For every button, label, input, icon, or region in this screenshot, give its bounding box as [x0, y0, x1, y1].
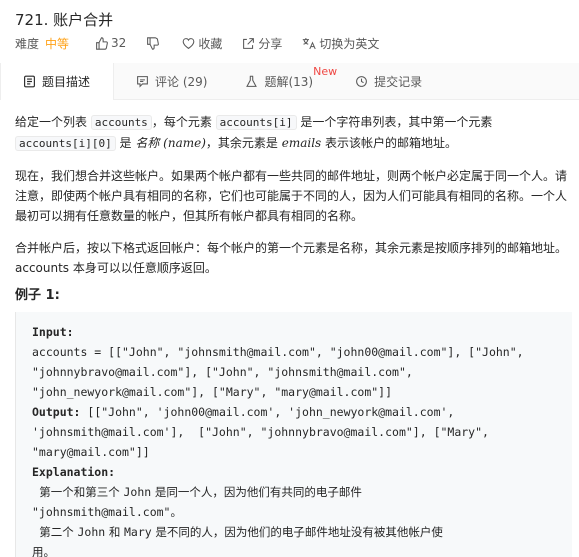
- problem-description: 给定一个列表 accounts ，每个元素 accounts[i] 是一个字符串列…: [15, 112, 570, 316]
- problem-title: 721. 账户合并: [15, 10, 114, 29]
- tab-description-label: 题目描述: [42, 75, 91, 89]
- text-segment: John: [77, 525, 106, 539]
- description-paragraph-1: 给定一个列表 accounts ，每个元素 accounts[i] 是一个字符串列…: [15, 112, 570, 154]
- meta-row: 难度 中等 32 收藏 分享 切换为英文: [15, 33, 399, 53]
- tab-description[interactable]: 题目描述: [0, 63, 114, 100]
- text-segment: ，其余元素是: [205, 136, 282, 150]
- em-emails: emails: [281, 136, 322, 150]
- heart-icon: [183, 37, 195, 49]
- description-paragraph-2: 现在，我们想合并这些帐户。如果两个帐户都有一些共同的邮件地址，则两个帐户必定属于…: [15, 169, 568, 223]
- text-segment: 是一个字符串列表，其中第一个元素: [296, 115, 493, 129]
- input-line: accounts = [["John", "johnsmith@mail.com…: [32, 345, 524, 359]
- example-title: 例子 1:: [15, 288, 60, 303]
- input-line: "john_newyork@mail.com"], ["Mary", "mary…: [32, 385, 393, 399]
- explanation-line: 第一个和第三个 John 是同一个人，因为他们有共同的电子邮件: [32, 482, 556, 502]
- favorite-button[interactable]: 收藏: [182, 35, 222, 52]
- example-code-block: Input: accounts = [["John", "johnsmith@m…: [15, 312, 572, 557]
- dislike-button[interactable]: [146, 36, 162, 50]
- tab-submissions[interactable]: 提交记录: [329, 63, 438, 100]
- explanation-label: Explanation:: [32, 465, 116, 479]
- code-accounts: accounts: [90, 115, 152, 130]
- code-accounts-i: accounts[i]: [215, 115, 297, 130]
- share-label: 分享: [258, 36, 283, 51]
- input-label: Input:: [32, 325, 74, 339]
- tab-comments-label: 评论 (29): [155, 75, 208, 89]
- text-segment: 是同一个人，因为他们有共同的电子邮件: [151, 485, 362, 499]
- share-icon: [243, 37, 255, 49]
- text-segment: ，每个元素: [151, 115, 216, 129]
- explanation-line: 用。: [32, 545, 55, 557]
- favorite-label: 收藏: [198, 36, 223, 51]
- tab-solutions-label: 题解(13): [264, 75, 314, 89]
- like-button[interactable]: 32: [95, 36, 126, 50]
- tab-solutions[interactable]: 题解(13) New: [223, 63, 337, 100]
- thumbs-down-icon: [147, 36, 160, 50]
- like-count: 32: [111, 36, 127, 50]
- tab-bar: 题目描述 评论 (29) 题解(13) New 提交记录: [0, 63, 579, 100]
- output-line: "mary@mail.com"]]: [32, 445, 150, 459]
- code-accounts-i-0: accounts[i][0]: [15, 136, 116, 151]
- explanation-label-line: Explanation:: [32, 462, 556, 482]
- output-label: Output:: [32, 405, 81, 419]
- document-icon: [24, 75, 35, 88]
- description-paragraph-3: 合并帐户后，按以下格式返回帐户：每个帐户的第一个元素是名称，其余元素是按顺序排列…: [15, 241, 568, 275]
- thumbs-up-icon: [96, 36, 108, 50]
- output-text: [["John", 'john00@mail.com', 'john_newyo…: [80, 405, 455, 419]
- translate-label: 切换为英文: [319, 36, 380, 51]
- text-segment: 和: [105, 525, 124, 539]
- explanation-line: 第二个 John 和 Mary 是不同的人，因为他们的电子邮件地址没有被其他帐户…: [32, 522, 556, 542]
- text-segment: 第一个和第三个: [32, 485, 124, 499]
- em-name: 名称 (name): [135, 136, 206, 150]
- difficulty-value: 中等: [45, 36, 70, 51]
- input-line: "johnnybravo@mail.com"], ["John", "johns…: [32, 365, 413, 379]
- difficulty-label: 难度: [15, 36, 40, 51]
- text-segment: Mary: [123, 525, 152, 539]
- output-line: Output: [["John", 'john00@mail.com', 'jo…: [32, 402, 556, 422]
- text-segment: 是: [115, 136, 136, 150]
- text-segment: 给定一个列表: [15, 115, 91, 129]
- text-segment: "johnsmith@mail.com"。: [32, 505, 182, 519]
- explanation-line: "johnsmith@mail.com"。: [32, 502, 556, 522]
- text-segment: John: [123, 485, 152, 499]
- share-button[interactable]: 分享: [242, 35, 282, 52]
- history-icon: [356, 76, 367, 87]
- comment-icon: [137, 76, 148, 88]
- tab-submissions-label: 提交记录: [374, 75, 423, 89]
- output-line: 'johnsmith@mail.com'], ["John", "johnnyb…: [32, 425, 489, 439]
- title-row: 721. 账户合并: [15, 8, 113, 30]
- translate-button[interactable]: 切换为英文: [302, 35, 379, 52]
- text-segment: 是不同的人，因为他们的电子邮件地址没有被其他帐户使: [151, 525, 443, 539]
- input-label-line: Input:: [32, 322, 556, 342]
- text-segment: 第二个: [32, 525, 78, 539]
- tab-comments[interactable]: 评论 (29): [114, 63, 223, 100]
- translate-icon: [303, 37, 317, 49]
- text-segment: 表示该帐户的邮箱地址。: [321, 136, 458, 150]
- flask-icon: [246, 75, 258, 87]
